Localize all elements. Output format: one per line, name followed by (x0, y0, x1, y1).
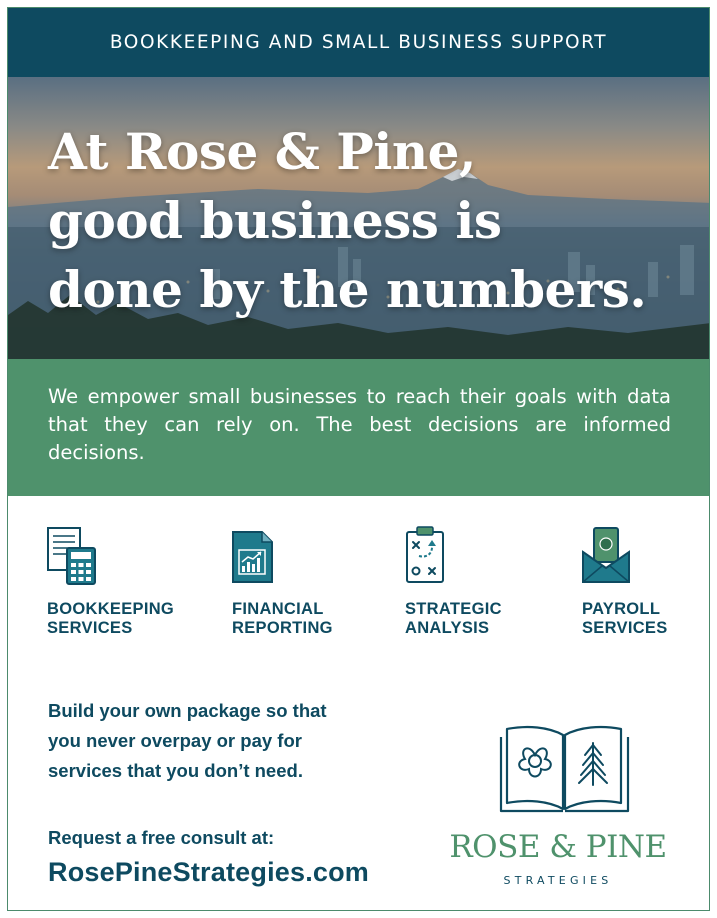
package-note-line: services that you don’t need. (48, 760, 303, 781)
consult-prompt: Request a free consult at: (48, 827, 275, 848)
strategy-clipboard-icon (406, 526, 444, 583)
service-bookkeeping: BOOKKEEPING SERVICES (47, 526, 217, 638)
hero-headline: At Rose & Pine, good business is done by… (48, 117, 688, 324)
money-envelope-icon (582, 527, 630, 583)
service-label-line: ANALYSIS (405, 619, 490, 637)
headline-line: good business is (48, 191, 502, 250)
intro-text: We empower small businesses to reach the… (48, 385, 671, 464)
service-label: BOOKKEEPING SERVICES (47, 600, 217, 638)
service-payroll: PAYROLL SERVICES (582, 526, 709, 638)
service-label-line: FINANCIAL (232, 600, 324, 618)
banner-text: BOOKKEEPING AND SMALL BUSINESS SUPPORT (109, 32, 608, 53)
package-note-line: you never overpay or pay for (48, 730, 302, 751)
open-book-rose-pine-icon (499, 725, 630, 813)
package-note: Build your own package so that you never… (48, 696, 388, 786)
service-label: FINANCIAL REPORTING (232, 600, 402, 638)
calculator-ledger-icon (47, 527, 96, 585)
headline-line: done by the numbers. (48, 260, 647, 319)
service-label-line: BOOKKEEPING (47, 600, 175, 618)
consult-url-link[interactable]: RosePineStrategies.com (48, 857, 369, 888)
logo-wordmark: ROSE & PINE (449, 829, 667, 865)
logo-subtitle: STRATEGIES (503, 874, 613, 887)
top-banner: BOOKKEEPING AND SMALL BUSINESS SUPPORT (8, 8, 709, 77)
report-chart-icon (232, 531, 273, 583)
intro-band: We empower small businesses to reach the… (8, 359, 709, 496)
service-label-line: REPORTING (232, 619, 333, 637)
flyer: BOOKKEEPING AND SMALL BUSINESS SUPPORT A… (7, 7, 710, 911)
package-note-line: Build your own package so that (48, 700, 327, 721)
service-strategic-analysis: STRATEGIC ANALYSIS (405, 526, 575, 638)
service-label: STRATEGIC ANALYSIS (405, 600, 575, 638)
service-label-line: STRATEGIC (405, 600, 502, 618)
hero-cityscape: At Rose & Pine, good business is done by… (8, 77, 709, 359)
service-financial-reporting: FINANCIAL REPORTING (232, 526, 402, 638)
service-label-line: SERVICES (47, 619, 133, 637)
service-label: PAYROLL SERVICES (582, 600, 709, 638)
service-label-line: SERVICES (582, 619, 668, 637)
headline-line: At Rose & Pine, (48, 122, 476, 181)
service-label-line: PAYROLL (582, 600, 661, 618)
